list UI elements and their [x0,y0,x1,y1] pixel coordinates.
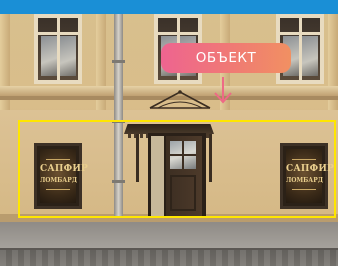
upper-window [34,14,82,84]
object-highlight-frame [18,120,336,218]
arrow-down-icon [214,77,232,104]
street-photo: САПФИР ЛОМБАРД САПФИР ЛОМБАРД ОБЪЕКТ [0,0,338,266]
iron-bracket-ornament [149,90,211,109]
sidewalk [0,222,338,250]
object-label: ОБЪЕКТ [161,43,291,73]
cobblestones [0,250,338,266]
top-bar [0,0,338,14]
pipe-joint [112,60,125,63]
